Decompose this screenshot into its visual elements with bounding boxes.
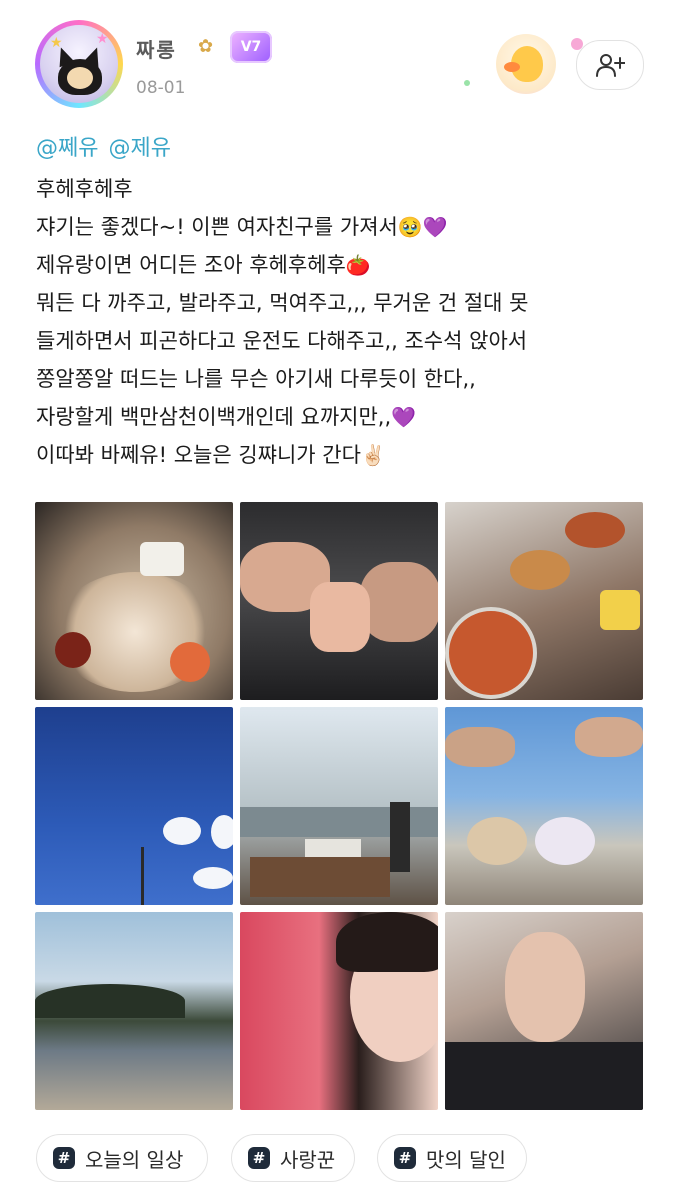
hand-left <box>445 727 515 767</box>
mentions: @쩨유 @제유 <box>36 130 181 162</box>
plush-dog <box>467 817 527 865</box>
hand-right <box>360 562 438 642</box>
post-line: 자랑할게 백만삼천이백개인데 요까지만,,💜 <box>36 398 656 436</box>
cloud <box>211 815 233 849</box>
post-body: 후헤후헤후 쟈기는 좋겠다~! 이쁜 여자친구를 가져서🥹💜 제유랑이면 어디든… <box>36 170 656 474</box>
small-bowl <box>565 512 625 548</box>
cloud <box>163 817 201 845</box>
avatar[interactable]: ★ ★ <box>35 20 123 108</box>
username[interactable]: 짜롱 <box>136 34 177 63</box>
mention-link[interactable]: @쩨유 <box>36 136 98 161</box>
duck-mascot-icon[interactable] <box>496 34 556 94</box>
purple-heart-emoji: 💜 <box>391 405 417 429</box>
seafood-platter-photo[interactable] <box>35 502 233 700</box>
roe-dish <box>170 642 210 682</box>
tag-label: 맛의 달인 <box>426 1147 506 1172</box>
post-line-text: 쟈기는 좋겠다~! 이쁜 여자친구를 가져서 <box>36 215 398 239</box>
hashtag-icon: # <box>394 1147 416 1169</box>
victory-hand-emoji: ✌🏻 <box>360 443 386 467</box>
post-line-text: 자랑할게 백만삼천이백개인데 요까지만,, <box>36 405 392 429</box>
post-line-text: 이따봐 바쩨유! 오늘은 깅쨔니가 간다 <box>36 443 361 467</box>
flower-icon: ✿ <box>198 36 214 57</box>
crab-leg <box>310 582 370 652</box>
post-header: ★ ★ 짜롱 ✿ V7 08-01 <box>0 0 678 120</box>
island <box>35 984 185 1018</box>
post-line-text: 쫑알쫑알 떠드는 나를 무슨 아기새 다루듯이 한다,, <box>36 367 476 391</box>
blue-sky-photo[interactable] <box>35 707 233 905</box>
duck-beak <box>504 62 520 72</box>
decor-dot <box>464 80 470 86</box>
post-line-text: 제유랑이면 어디든 조아 후헤후헤후 <box>36 253 346 277</box>
post-line: 들게하면서 피곤하다고 운전도 다해주고,, 조수석 앉아서 <box>36 322 656 360</box>
pickled-radish <box>600 590 640 630</box>
post-line-text: 후헤후헤후 <box>36 177 133 201</box>
post-line: 제유랑이면 어디든 조아 후헤후헤후🍅 <box>36 246 656 284</box>
hashtag-icon: # <box>248 1147 270 1169</box>
drink-carton <box>140 542 184 576</box>
tomato-emoji: 🍅 <box>345 253 371 277</box>
post-line: 쫑알쫑알 떠드는 나를 무슨 아기새 다루듯이 한다,, <box>36 360 656 398</box>
hands <box>505 932 585 1042</box>
tag-label: 오늘의 일상 <box>85 1147 184 1172</box>
floor-speaker <box>390 802 410 872</box>
post-line: 후헤후헤후 <box>36 170 656 208</box>
tag-label: 사랑꾼 <box>280 1147 336 1172</box>
vip-level-badge: V7 <box>230 31 272 63</box>
post-line: 이따봐 바쩨유! 오늘은 깅쨔니가 간다✌🏻 <box>36 436 656 474</box>
pancake <box>510 550 570 590</box>
mention-link[interactable]: @제유 <box>108 136 170 161</box>
post-line-text: 들게하면서 피곤하다고 운전도 다해주고,, 조수석 앉아서 <box>36 329 528 353</box>
holding-hands-photo[interactable] <box>445 912 643 1110</box>
tag-daily[interactable]: # 오늘의 일상 <box>36 1134 208 1182</box>
cabinet <box>250 857 390 897</box>
star-icon: ★ <box>50 35 63 51</box>
post-line: 쟈기는 좋겠다~! 이쁜 여자친구를 가져서🥹💜 <box>36 208 656 246</box>
seaside-cafe-photo[interactable] <box>240 707 438 905</box>
clothing <box>445 1042 643 1110</box>
cloud <box>193 867 233 889</box>
soup-bowl <box>445 607 537 699</box>
hair <box>336 912 438 972</box>
tag-foodie[interactable]: # 맛의 달인 <box>377 1134 527 1182</box>
plush-sheep <box>535 817 595 865</box>
tag-lover[interactable]: # 사랑꾼 <box>231 1134 355 1182</box>
post-date: 08-01 <box>136 78 186 98</box>
post-line-text: 뭐든 다 까주고, 발라주고, 먹여주고,,, 무거운 건 절대 못 <box>36 291 529 315</box>
street-lamp <box>141 847 144 905</box>
noodle-soup-photo[interactable] <box>445 502 643 700</box>
sauce-dish <box>55 632 91 668</box>
star-icon: ★ <box>96 31 109 47</box>
add-user-icon <box>596 54 625 77</box>
dog-face <box>67 67 93 89</box>
avatar-image: ★ ★ <box>40 25 118 103</box>
plush-keychain-photo[interactable] <box>445 707 643 905</box>
post-line: 뭐든 다 까주고, 발라주고, 먹여주고,,, 무거운 건 절대 못 <box>36 284 656 322</box>
hand-right <box>575 717 643 757</box>
pleading-face-purple-heart-emoji: 🥹💜 <box>397 215 448 239</box>
selfie-photo[interactable] <box>240 912 438 1110</box>
crab-leg-photo[interactable] <box>240 502 438 700</box>
follow-button[interactable] <box>576 40 644 90</box>
hashtag-icon: # <box>53 1147 75 1169</box>
beach-island-photo[interactable] <box>35 912 233 1110</box>
